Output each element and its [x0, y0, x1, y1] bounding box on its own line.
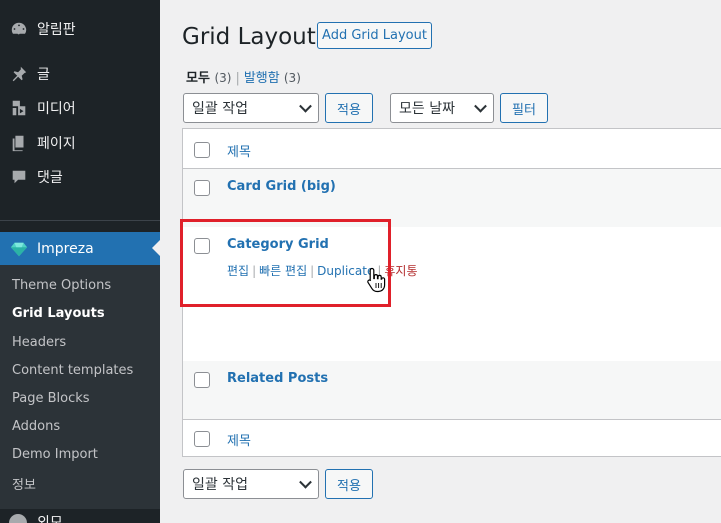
sidebar-submenu: Theme Options Grid Layouts Headers Conte… [0, 265, 160, 509]
submenu-theme-options[interactable]: Theme Options [12, 278, 111, 293]
column-title-header[interactable]: 제목 [227, 141, 251, 160]
bulk-action-select-bottom[interactable]: 일괄 작업 [183, 469, 319, 499]
select-all-checkbox[interactable] [194, 142, 210, 158]
sidebar-item-appearance[interactable]: 외모 [0, 509, 160, 523]
pin-icon [9, 64, 29, 84]
submenu-grid-layouts[interactable]: Grid Layouts [12, 306, 105, 321]
sidebar-item-label: 알림판 [37, 22, 76, 38]
submenu-demo-import[interactable]: Demo Import [12, 447, 98, 462]
submenu-page-blocks[interactable]: Page Blocks [12, 391, 90, 406]
table-row: Related Posts [183, 361, 721, 419]
comments-icon [9, 167, 29, 187]
sidebar-item-label: 글 [37, 67, 50, 83]
sidebar-item-media[interactable]: 미디어 [0, 91, 160, 125]
sidebar-item-dashboard[interactable]: 알림판 [0, 12, 160, 46]
table-footer: 제목 [183, 419, 721, 456]
bulk-action-select[interactable]: 일괄 작업 [183, 93, 319, 123]
filter-button[interactable]: 필터 [500, 93, 548, 123]
active-indicator [152, 240, 160, 256]
chevron-down-icon [299, 475, 312, 489]
apply-button-bottom[interactable]: 적용 [325, 469, 373, 499]
submenu-addons[interactable]: Addons [12, 419, 60, 434]
apply-button[interactable]: 적용 [325, 93, 373, 123]
sidebar-item-label: 댓글 [37, 170, 63, 186]
appearance-icon [9, 514, 27, 523]
add-grid-layout-button[interactable]: Add Grid Layout [317, 22, 432, 49]
date-filter-select[interactable]: 모든 날짜 [390, 93, 494, 123]
chevron-down-icon [299, 99, 312, 113]
impreza-gem-icon [9, 239, 29, 259]
row-title-link[interactable]: Card Grid (big) [227, 179, 336, 194]
filter-published[interactable]: 발행함 (3) [244, 71, 301, 86]
hand-cursor-icon [367, 267, 386, 293]
sidebar-item-label: 미디어 [37, 101, 76, 117]
select-all-checkbox-footer[interactable] [194, 431, 210, 447]
media-icon [9, 98, 29, 118]
pages-icon [9, 133, 29, 153]
table-header: 제목 [183, 129, 721, 169]
sidebar-item-label: 페이지 [37, 136, 76, 152]
admin-sidebar: 알림판 글 미디어 페이지 댓글 Impreza Theme Options G… [0, 0, 160, 523]
dashboard-icon [9, 19, 29, 39]
row-title-link[interactable]: Related Posts [227, 371, 328, 386]
sidebar-item-posts[interactable]: 글 [0, 57, 160, 91]
page-title: Grid Layouts [182, 24, 328, 50]
column-title-footer[interactable]: 제목 [227, 430, 251, 449]
filter-all[interactable]: 모두 (3) [186, 71, 231, 86]
sidebar-item-comments[interactable]: 댓글 [0, 160, 160, 194]
submenu-headers[interactable]: Headers [12, 335, 66, 350]
chevron-down-icon [474, 99, 487, 113]
sidebar-item-label: Impreza [37, 240, 94, 257]
submenu-content-templates[interactable]: Content templates [12, 363, 133, 378]
row-checkbox[interactable] [194, 180, 210, 196]
sidebar-item-impreza[interactable]: Impreza [0, 232, 160, 265]
highlight-box [180, 219, 391, 307]
submenu-about[interactable]: 정보 [12, 474, 36, 493]
sidebar-separator [0, 220, 160, 221]
sidebar-item-label: 외모 [37, 515, 63, 523]
sidebar-item-pages[interactable]: 페이지 [0, 126, 160, 160]
status-filters: 모두 (3) | 발행함 (3) [186, 71, 301, 86]
row-checkbox[interactable] [194, 372, 210, 388]
